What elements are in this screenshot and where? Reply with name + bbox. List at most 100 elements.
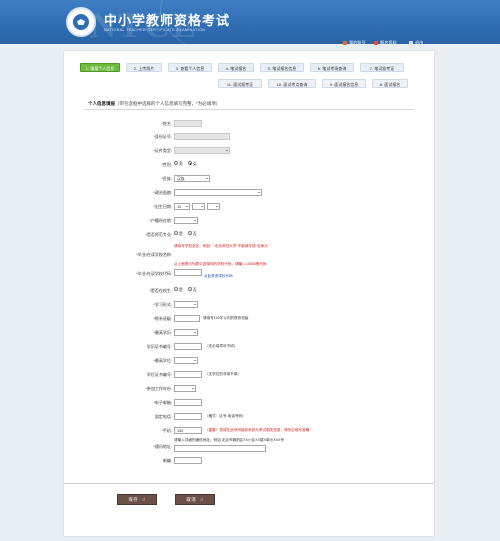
hand-pointer-icon: ☝ <box>142 496 146 503</box>
birth-year-select[interactable]: 19 <box>174 202 190 210</box>
department-label: *院系班级: <box>153 316 172 321</box>
gender-label: *性别: <box>161 162 172 167</box>
section-note: （带包含框中选择的个人信息填写完整，*为必填项） <box>115 101 221 106</box>
row-phone: 固定电话: （格式：区号-电话号码） <box>64 412 434 422</box>
row-department: *院系班级: 请填写100字以内的院系班级 <box>64 314 434 324</box>
row-degree: *最高学位: <box>64 356 434 366</box>
step-2[interactable]: 2. 上传照片 <box>126 63 162 72</box>
row-birth-date: *出生日期: 19 <box>64 202 434 212</box>
normal-major-no-option[interactable]: 否 <box>187 231 197 236</box>
header-banner: NTCE 中小学教师资格考试 NATIONAL TEACHER CERTIFIC… <box>0 0 500 44</box>
work-year-select[interactable] <box>174 384 196 392</box>
edu-cert-hint: （非必填项可不填） <box>205 344 238 348</box>
in-school-yes-option[interactable]: 是 <box>174 287 183 292</box>
postcode-label: 邮编: <box>162 458 172 463</box>
in-school-label: *是否在校生: <box>149 288 172 293</box>
step-7[interactable]: 7. 笔试准考证 <box>360 63 404 72</box>
in-school-no-option[interactable]: 否 <box>187 287 197 292</box>
degree-label: *最高学位: <box>153 358 172 363</box>
in-school-radio-group: 是 否 <box>174 287 201 293</box>
row-school-name: *毕业/在读学校名称: 请填写学校全名，例如："北京师范大学"不能填写成"北师大… <box>64 244 434 258</box>
gender-female-radio[interactable] <box>187 161 192 166</box>
step-1[interactable]: 1. 填报个人信息 <box>80 63 120 72</box>
name-field <box>174 119 202 127</box>
step-5[interactable]: 5. 笔试报名信息 <box>260 63 304 72</box>
education-select[interactable] <box>174 328 198 336</box>
step-3[interactable]: 3. 查看个人信息 <box>168 63 212 72</box>
logout-icon <box>409 41 413 45</box>
row-mobile: *手机: 132 （重要！您将在此号码接收系统与考试相关信息，请务必填写准确） <box>64 426 434 436</box>
nation-select[interactable]: 汉族 <box>174 174 210 182</box>
nation-label: *民族: <box>161 176 172 181</box>
mobile-input[interactable]: 132 <box>174 426 202 434</box>
step-4[interactable]: 4. 笔试报名 <box>218 63 254 72</box>
row-study-form: *学习形式: <box>64 300 434 310</box>
gender-male-radio[interactable] <box>174 161 178 166</box>
row-hukou: *户籍所在地: <box>64 216 434 226</box>
birth-date-label: *出生日期: <box>153 204 172 209</box>
step-10[interactable]: 10. 面试考点查询 <box>268 79 316 88</box>
step-8[interactable]: 8. 面试报名 <box>372 79 408 88</box>
address-hint: 请输入详细的通信地址，例如 北京市朝阳区XX小区XX楼X单元XXX号 <box>174 438 285 442</box>
row-degree-cert: 学位证书编号: （无学位的非填不填） <box>64 370 434 380</box>
row-normal-major: *是否师范专业: 是 否 <box>64 230 434 240</box>
my-account-link[interactable]: 我的账号 <box>343 40 366 46</box>
gender-radio-group: 男 女 <box>174 161 201 167</box>
gender-male-option[interactable]: 男 <box>174 161 183 166</box>
id-number-field <box>174 132 230 140</box>
mobile-label: *手机: <box>161 428 172 433</box>
row-work-year: *参加工作年份: <box>64 384 434 394</box>
school-code-query-link[interactable]: 点此查询学校代码 <box>204 274 233 279</box>
gender-female-option[interactable]: 女 <box>187 161 197 166</box>
id-type-label: *证件类型: <box>153 148 172 153</box>
edu-cert-input[interactable] <box>174 342 202 350</box>
normal-major-no-radio[interactable] <box>187 231 192 236</box>
save-button[interactable]: 保存 ☝ <box>117 494 157 505</box>
study-form-label: *学习形式: <box>153 302 172 307</box>
cancel-button[interactable]: 取消 ☝ <box>175 494 215 505</box>
normal-major-yes-option[interactable]: 是 <box>174 231 183 236</box>
row-email: *电子邮箱: <box>64 398 434 408</box>
mobile-hint: （重要！您将在此号码接收系统与考试相关信息，请务必填写准确） <box>205 428 313 432</box>
birth-month-select[interactable] <box>192 202 205 210</box>
study-form-select[interactable] <box>174 300 198 308</box>
row-school-code: 从上面提示列表中选择你的学校代码，请输入10000等代码 *毕业/在读学校代码:… <box>64 262 434 284</box>
row-gender: *性别: 男 女 <box>64 160 434 170</box>
step-6[interactable]: 6. 笔试考场查询 <box>310 63 354 72</box>
row-id-number: *身份证号: <box>64 132 434 142</box>
profile-icon <box>374 41 378 45</box>
hukou-select[interactable] <box>174 216 198 224</box>
in-school-no-radio[interactable] <box>187 287 192 292</box>
in-school-yes-radio[interactable] <box>174 287 178 292</box>
step-11[interactable]: 11. 面试报考证 <box>218 79 262 88</box>
step-9[interactable]: 9. 面试报名信息 <box>322 79 366 88</box>
logout-link[interactable]: 退出 <box>409 40 423 46</box>
school-code-input[interactable] <box>174 269 202 276</box>
politics-select[interactable] <box>174 188 262 196</box>
degree-cert-input[interactable] <box>174 370 202 378</box>
registration-card: 1. 填报个人信息 2. 上传照片 3. 查看个人信息 4. 笔试报名 5. 笔… <box>64 51 434 536</box>
normal-major-radio-group: 是 否 <box>174 231 201 237</box>
phone-input[interactable] <box>174 412 202 420</box>
id-type-select <box>174 146 230 154</box>
row-postcode: 邮编: <box>64 456 434 466</box>
profile-link[interactable]: 报名资料 <box>374 40 397 46</box>
email-input[interactable] <box>174 398 202 406</box>
row-politics: *政治面貌: <box>64 188 434 198</box>
address-label: *通讯地址: <box>153 444 172 449</box>
site-logo-icon <box>66 7 96 37</box>
normal-major-yes-radio[interactable] <box>174 231 178 236</box>
degree-cert-label: 学位证书编号: <box>146 372 172 377</box>
degree-cert-hint: （无学位的非填不填） <box>205 372 241 376</box>
form-footer-divider <box>64 483 434 484</box>
row-education: *最高学历: <box>64 328 434 338</box>
department-input[interactable] <box>174 314 200 322</box>
degree-select[interactable] <box>174 356 198 364</box>
school-code-hint: 从上面提示列表中选择你的学校代码，请输入10000等代码 <box>174 262 267 266</box>
postcode-input[interactable] <box>174 456 202 464</box>
row-in-school: *是否在校生: 是 否 <box>64 286 434 296</box>
address-input[interactable] <box>174 445 266 452</box>
work-year-label: *参加工作年份: <box>145 386 172 391</box>
phone-hint: （格式：区号-电话号码） <box>205 414 246 418</box>
birth-day-select[interactable] <box>207 202 220 210</box>
